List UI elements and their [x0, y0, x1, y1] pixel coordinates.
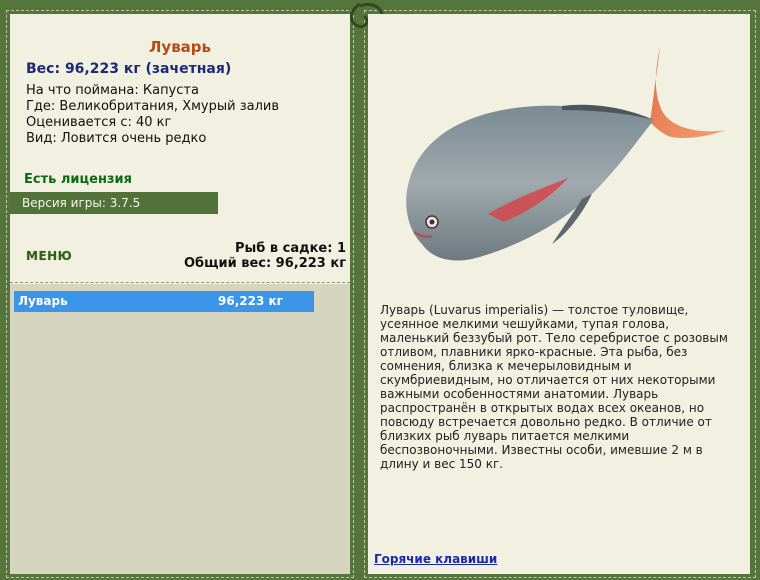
- menu-button[interactable]: МЕНЮ: [26, 249, 72, 263]
- fish-description: Луварь (Luvarus imperialis) — толстое ту…: [380, 303, 728, 471]
- cage-count: Рыб в садке: 1: [234, 241, 346, 256]
- cage-summary: Рыб в садке: 1 Общий вес: 96,223 кг: [184, 241, 346, 271]
- fish-info-panel: Луварь Вес: 96,223 кг (зачетная) На что …: [10, 14, 350, 574]
- valuation-info: Оценивается с: 40 кг: [26, 115, 172, 130]
- fish-image: [406, 48, 726, 261]
- fish-detail-panel: Луварь (Luvarus imperialis) — толстое ту…: [368, 14, 750, 574]
- divider: [10, 282, 350, 283]
- fish-name-title: Луварь: [148, 38, 212, 56]
- location-info: Где: Великобритания, Хмурый залив: [26, 99, 279, 114]
- hotkeys-link[interactable]: Горячие клавиши: [374, 552, 497, 566]
- list-item[interactable]: Луварь 96,223 кг: [14, 291, 314, 312]
- bait-info: На что поймана: Капуста: [26, 83, 199, 98]
- list-item-weight: 96,223 кг: [218, 294, 283, 308]
- version-bar: Версия игры: 3.7.5: [10, 192, 218, 214]
- cage-total-weight: Общий вес: 96,223 кг: [183, 256, 346, 271]
- cage-list: Луварь 96,223 кг: [10, 284, 350, 574]
- fish-weight: Вес: 96,223 кг (зачетная): [26, 61, 232, 77]
- rarity-info: Вид: Ловится очень редко: [26, 131, 207, 146]
- list-item-name: Луварь: [18, 294, 68, 308]
- license-status: Есть лицензия: [24, 172, 132, 187]
